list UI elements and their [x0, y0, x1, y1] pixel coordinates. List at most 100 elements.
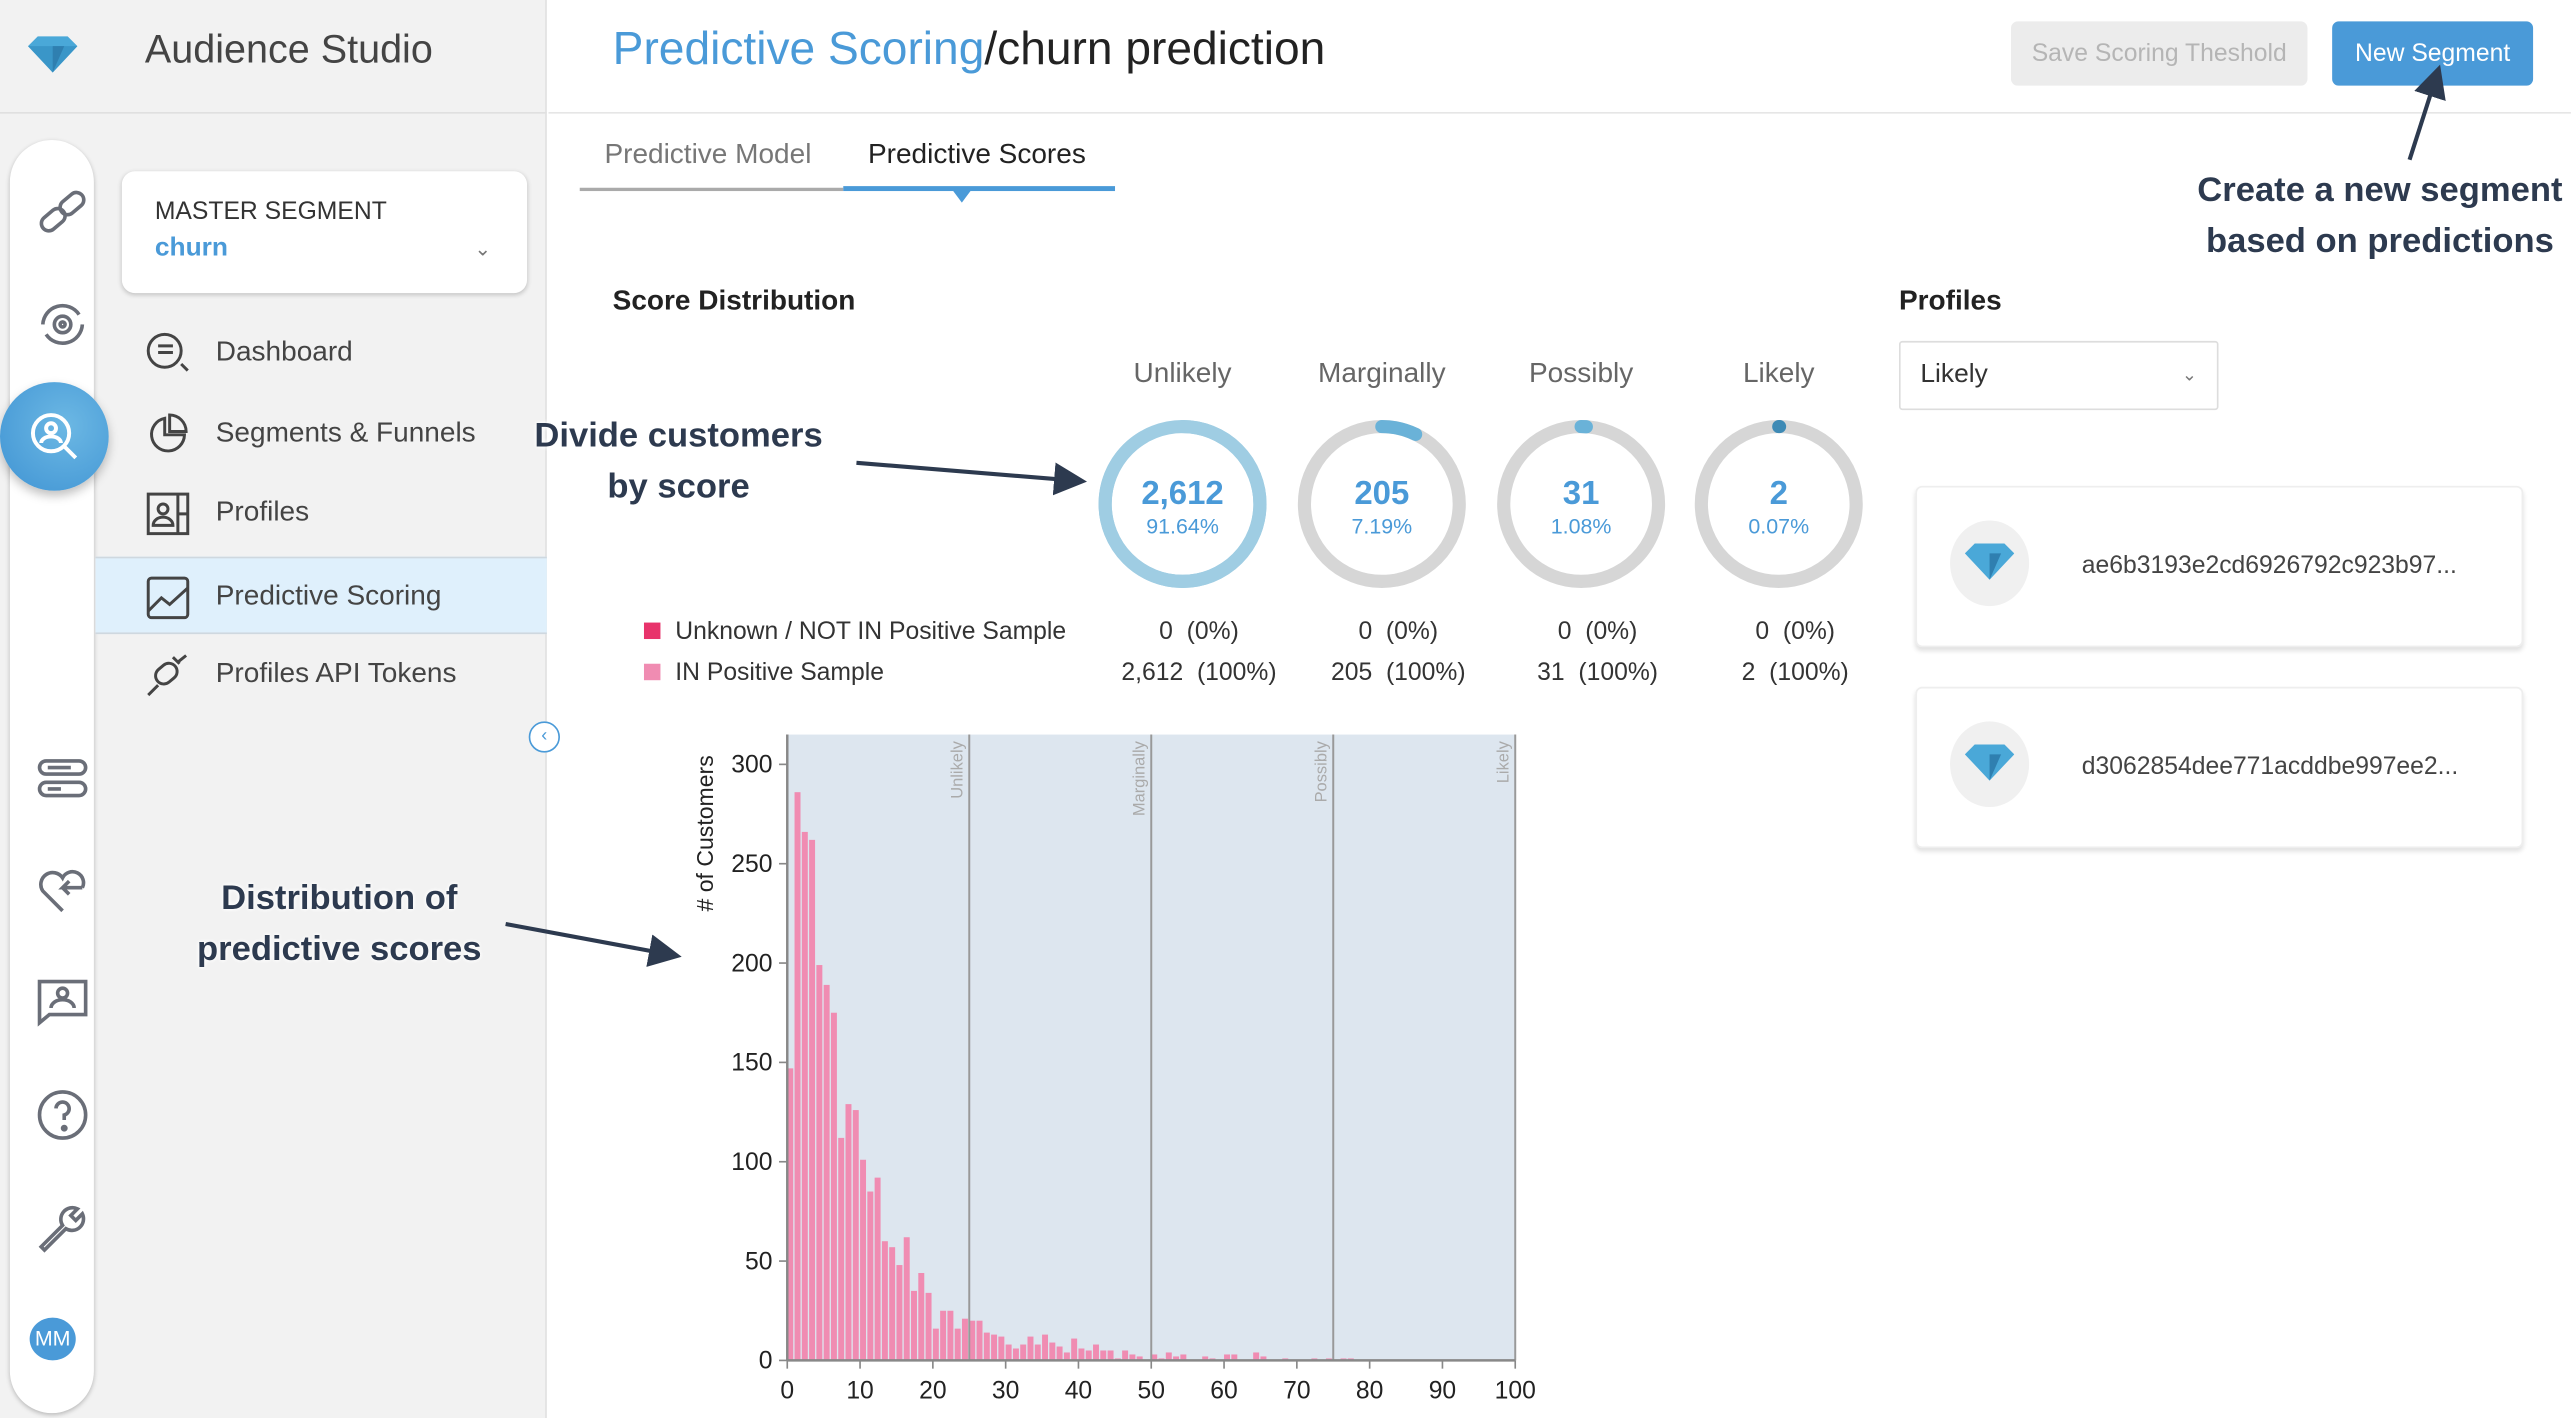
- histogram-bar: [940, 1310, 947, 1361]
- legend-label: IN Positive Sample: [675, 658, 884, 687]
- sidebar-item-profiles[interactable]: Profiles: [96, 474, 547, 551]
- tab-predictive-model[interactable]: Predictive Model: [604, 138, 811, 171]
- sidebar-item-label: Profiles: [215, 495, 310, 528]
- histogram-bar: [1005, 1344, 1012, 1361]
- bucket-count: 205: [1354, 475, 1410, 513]
- pie-chart-icon: [150, 413, 188, 453]
- header-divider: [548, 111, 2571, 114]
- sidebar-item-segments-funnels[interactable]: Segments & Funnels: [96, 395, 547, 472]
- master-segment-label: MASTER SEGMENT: [154, 197, 387, 226]
- histogram-bar: [1122, 1350, 1129, 1361]
- histogram-bar: [932, 1328, 939, 1361]
- histogram-bar: [1042, 1334, 1049, 1361]
- histogram-bar: [845, 1104, 852, 1361]
- histogram-bar: [1093, 1344, 1099, 1361]
- bucket-percent: 0.07%: [1748, 513, 1810, 539]
- x-tick-label: 0: [780, 1377, 794, 1404]
- settings-sync-icon[interactable]: [36, 298, 89, 351]
- score-distribution-title: Score Distribution: [612, 284, 856, 317]
- master-segment-value: churn: [154, 233, 229, 262]
- profiles-title: Profiles: [1898, 284, 2002, 317]
- histogram-bar: [1020, 1344, 1027, 1361]
- bucket-unknown-count: 0 (0%): [1159, 617, 1239, 646]
- y-tick-label: 200: [731, 950, 772, 977]
- annotation-distribution: Distribution of predictive scores: [196, 879, 482, 969]
- logo-diamond-icon: [27, 36, 78, 73]
- avatar[interactable]: MM: [29, 1317, 76, 1361]
- y-tick-label: 0: [759, 1348, 773, 1375]
- histogram-bar: [1012, 1348, 1019, 1361]
- sidebar-header: Audience Studio: [0, 0, 547, 114]
- audience-search-icon[interactable]: [0, 382, 109, 491]
- breadcrumb-link[interactable]: Predictive Scoring: [613, 23, 985, 74]
- legend-positive: IN Positive Sample: [643, 658, 884, 687]
- annotation-create: Create a new segment based on predictions: [2197, 171, 2563, 261]
- x-tick-label: 30: [992, 1377, 1019, 1404]
- sidebar-item-dashboard[interactable]: Dashboard: [96, 315, 547, 392]
- profile-id: d3062854dee771acddbe997ee2...: [2081, 752, 2459, 781]
- profiles-bucket-select[interactable]: Likely ⌄: [1898, 340, 2219, 411]
- collapse-sidebar-button[interactable]: ‹: [528, 721, 560, 753]
- arrow: [856, 460, 1087, 496]
- link-icon[interactable]: [36, 186, 89, 239]
- y-tick-label: 50: [745, 1248, 772, 1275]
- histogram-bar: [896, 1265, 903, 1361]
- profile-card[interactable]: d3062854dee771acddbe997ee2...: [1915, 686, 2524, 849]
- x-tick-label: 20: [919, 1377, 946, 1404]
- breadcrumb: Predictive Scoring/churn prediction: [613, 23, 1326, 76]
- histogram-bar: [976, 1320, 983, 1361]
- heart-return-icon[interactable]: [36, 865, 89, 918]
- histogram-bar: [1085, 1350, 1092, 1361]
- histogram-bar: [1100, 1350, 1107, 1361]
- legend-swatch: [643, 663, 661, 681]
- x-tick-label: 10: [846, 1377, 873, 1404]
- sidebar-item-profiles-api-tokens[interactable]: Profiles API Tokens: [96, 636, 547, 713]
- threshold-label: Unlikely: [949, 740, 967, 798]
- sidebar-item-predictive-scoring[interactable]: Predictive Scoring: [95, 556, 547, 635]
- dashboard-icon: [146, 332, 189, 372]
- icon-rail: [9, 139, 94, 1414]
- app-window: Audience Studio MM MASTER SEGMENT churn …: [0, 0, 2571, 1418]
- histogram-bar: [1027, 1336, 1034, 1361]
- sidebar-item-label: Dashboard: [215, 335, 353, 368]
- tab-predictive-scores[interactable]: Predictive Scores: [868, 138, 1086, 171]
- histogram-bar: [1056, 1346, 1063, 1361]
- save-threshold-button[interactable]: Save Scoring Theshold: [2010, 21, 2308, 86]
- profile-card-icon: [146, 492, 190, 536]
- active-tab-caret: [951, 189, 972, 203]
- bucket-positive-count: 31 (100%): [1537, 658, 1659, 687]
- x-tick-label: 90: [1429, 1377, 1456, 1404]
- threshold-label: Marginally: [1131, 740, 1149, 816]
- histogram-bar: [794, 792, 801, 1361]
- y-tick-label: 250: [731, 851, 772, 878]
- contact-icon[interactable]: [36, 977, 89, 1030]
- y-tick-label: 100: [731, 1149, 772, 1176]
- breadcrumb-separator: /: [984, 23, 998, 75]
- sidebar-item-label: Segments & Funnels: [215, 416, 476, 448]
- bucket-percent: 1.08%: [1550, 513, 1612, 539]
- bucket-positive-count: 2 (100%): [1741, 658, 1849, 687]
- bucket-positive-count: 2,612 (100%): [1121, 658, 1277, 687]
- legend-label: Unknown / NOT IN Positive Sample: [675, 617, 1067, 646]
- histogram-bar: [823, 984, 830, 1361]
- histogram-bar: [860, 1159, 867, 1361]
- histogram-bar: [983, 1332, 990, 1361]
- bucket-header: Possibly: [1528, 357, 1634, 389]
- histogram-bar: [889, 1247, 896, 1361]
- histogram-bar: [918, 1273, 925, 1361]
- bucket-count: 2: [1769, 475, 1788, 513]
- histogram-bar: [852, 1110, 859, 1361]
- help-icon[interactable]: [36, 1089, 89, 1142]
- x-tick-label: 50: [1138, 1377, 1165, 1404]
- histogram-bar: [911, 1290, 917, 1361]
- sidebar-item-label: Predictive Scoring: [215, 579, 442, 612]
- profile-card[interactable]: ae6b3193e2cd6926792c923b97...: [1915, 485, 2524, 648]
- new-segment-button[interactable]: New Segment: [2332, 21, 2534, 86]
- master-segment-select[interactable]: MASTER SEGMENT churn ⌄: [121, 171, 528, 294]
- stack-icon[interactable]: [36, 753, 89, 806]
- x-tick-label: 60: [1210, 1377, 1237, 1404]
- threshold-label: Possibly: [1313, 740, 1331, 802]
- y-tick-label: 150: [731, 1050, 772, 1077]
- wrench-icon[interactable]: [36, 1201, 89, 1254]
- histogram-bar: [838, 1137, 845, 1361]
